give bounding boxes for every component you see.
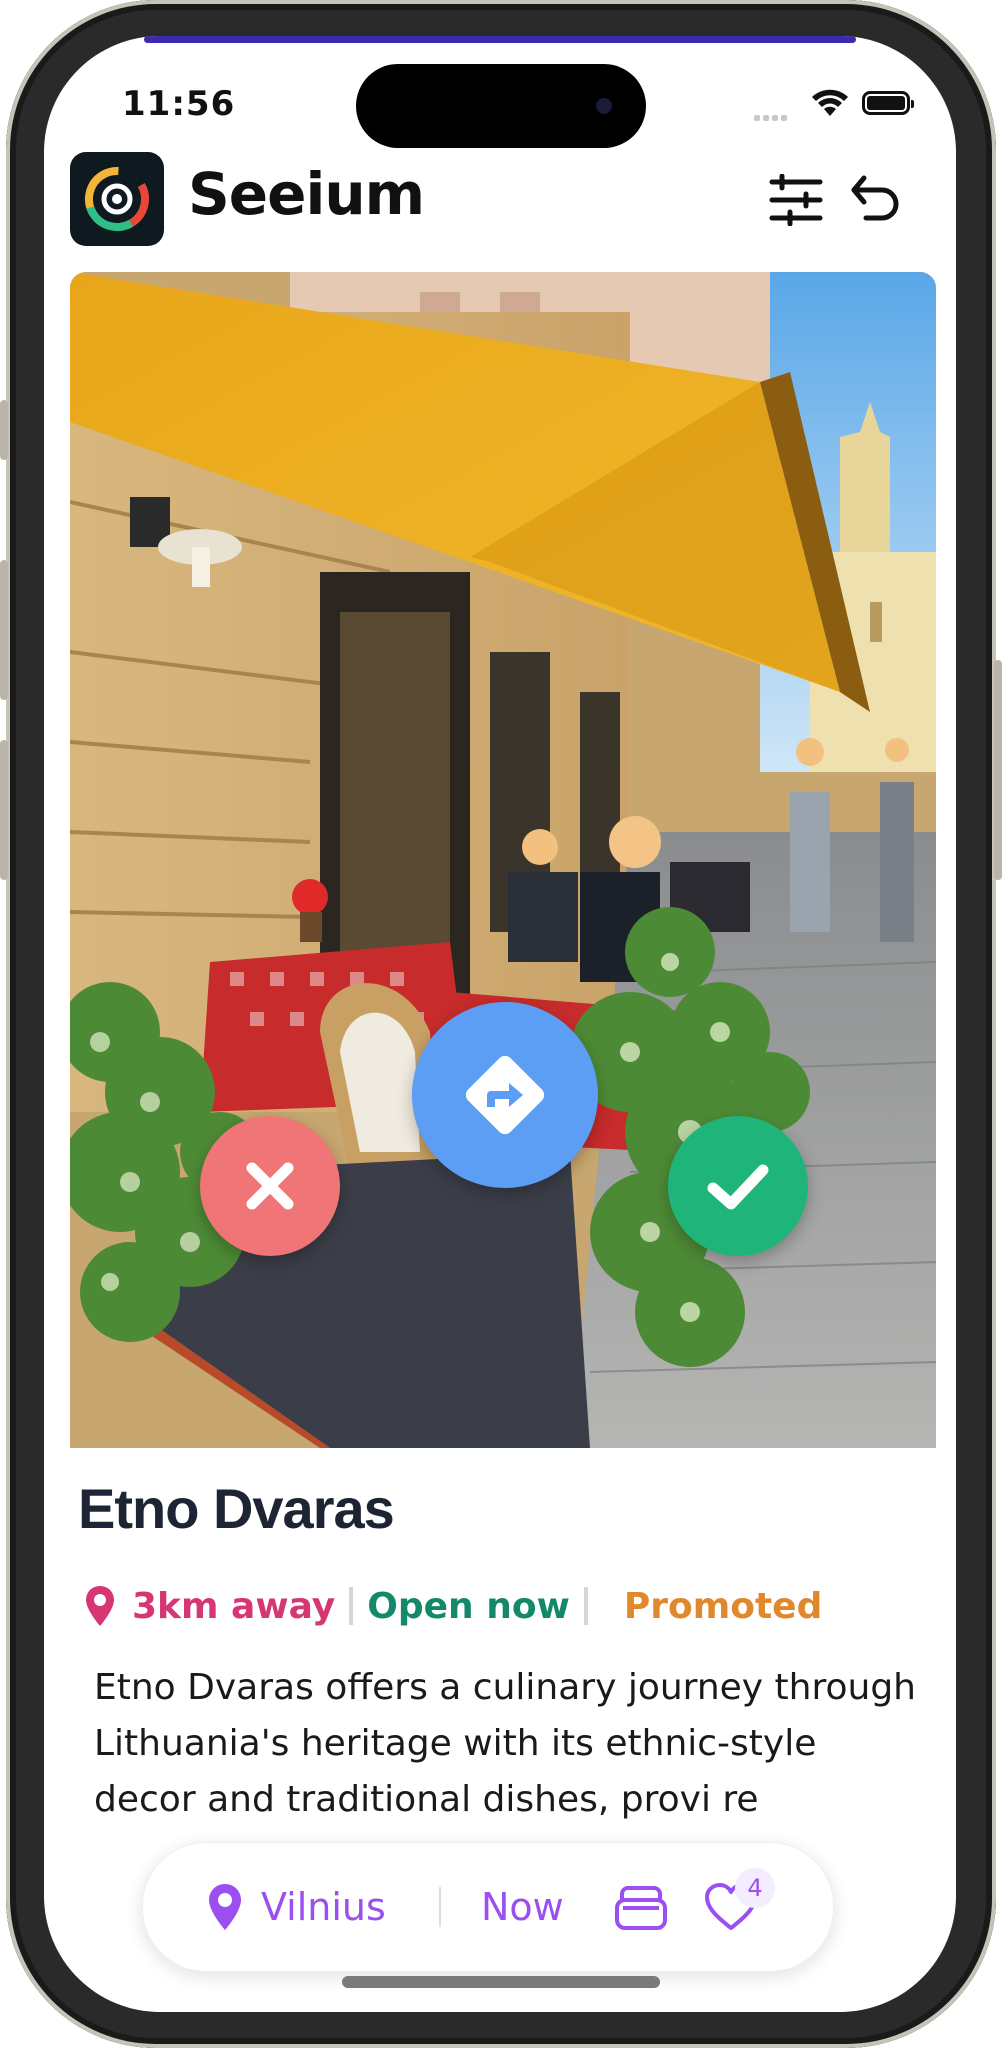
side-button	[0, 400, 8, 460]
divider	[349, 1587, 354, 1625]
top-accent-line	[144, 36, 856, 43]
side-button	[0, 740, 8, 880]
clock: 11:56	[122, 84, 236, 124]
location-filter-button[interactable]: Vilnius	[207, 1843, 386, 1971]
dynamic-island	[356, 64, 646, 148]
app-header: Seeium	[44, 146, 956, 256]
undo-icon[interactable]	[844, 168, 908, 232]
place-name: Etno Dvaras	[78, 1477, 395, 1540]
restaurant-photo[interactable]	[70, 272, 936, 1448]
bottom-filter-bar: Vilnius Now 4	[142, 1842, 834, 1972]
app-title: Seeium	[188, 160, 425, 228]
stack-icon	[615, 1886, 667, 1930]
directions-icon	[465, 1055, 545, 1135]
wifi-icon	[810, 88, 850, 122]
home-indicator	[342, 1976, 660, 1988]
directions-button[interactable]	[412, 1002, 598, 1188]
location-label: Vilnius	[261, 1885, 386, 1929]
battery-icon	[862, 91, 914, 115]
reject-button[interactable]	[200, 1116, 340, 1256]
saved-stack-button[interactable]	[613, 1843, 669, 1971]
status-bar: 11:56	[44, 36, 956, 148]
cellular-signal-icon	[754, 106, 790, 125]
promoted-label: Promoted	[623, 1585, 823, 1627]
location-pin-icon	[86, 1586, 114, 1626]
divider	[583, 1587, 588, 1625]
place-description: Etno Dvaras offers a culinary journey th…	[94, 1667, 916, 1820]
close-icon	[246, 1162, 294, 1210]
time-filter-button[interactable]: Now	[481, 1843, 564, 1971]
sliders-icon[interactable]	[764, 168, 828, 232]
favorites-button[interactable]: 4	[703, 1843, 775, 1971]
favorites-count-badge: 4	[735, 1868, 775, 1908]
time-filter-label: Now	[481, 1885, 564, 1929]
app-logo-icon	[70, 152, 164, 246]
location-pin-icon	[209, 1884, 241, 1930]
screen: 11:56 Seeium Etno Dvaras 3km away Open n…	[44, 36, 956, 2012]
place-meta: 3km away Open now Promoted	[84, 1576, 822, 1636]
check-icon	[707, 1164, 769, 1210]
side-button	[994, 660, 1002, 880]
divider	[439, 1887, 441, 1927]
distance-label: 3km away	[132, 1585, 336, 1627]
open-status-label: Open now	[367, 1585, 570, 1627]
side-button	[0, 560, 8, 700]
accept-button[interactable]	[668, 1116, 808, 1256]
